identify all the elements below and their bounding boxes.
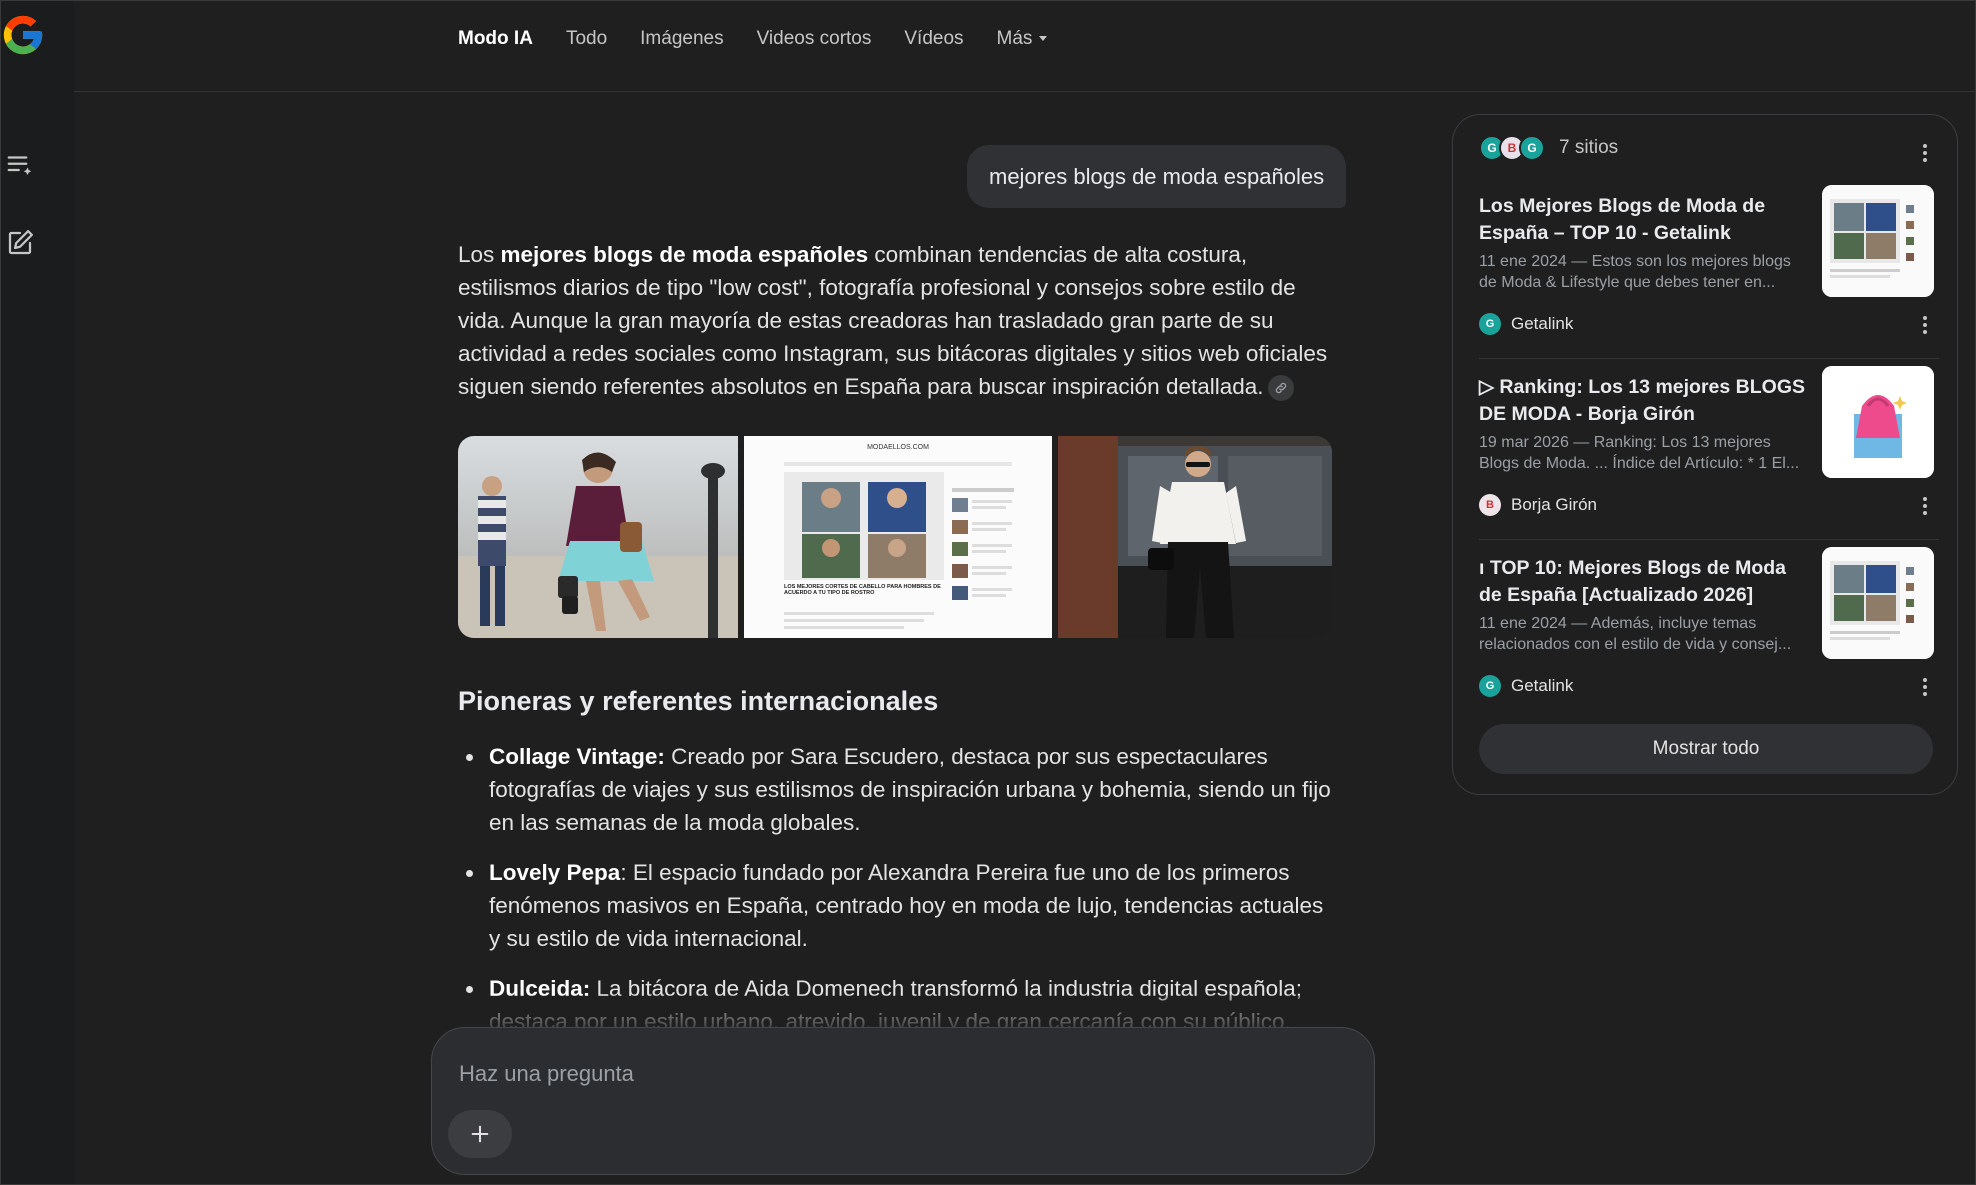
list-item-name: Lovely Pepa: [489, 860, 621, 885]
answer-intro: Los mejores blogs de moda españoles comb…: [458, 238, 1338, 403]
getalink-favicon-icon: G: [1479, 675, 1501, 697]
more-options-icon[interactable]: [1913, 313, 1937, 337]
source-site[interactable]: G Getalink: [1479, 313, 1573, 335]
tab-todo[interactable]: Todo: [566, 28, 607, 50]
new-chat-edit-icon[interactable]: [0, 223, 40, 263]
tab-mas-label: Más: [996, 28, 1033, 49]
source-title[interactable]: ı TOP 10: Mejores Blogs de Moda de Españ…: [1479, 555, 1809, 609]
site-logo-text: MODAELLOS.COM: [867, 444, 929, 451]
source-site-name: Getalink: [1511, 314, 1574, 333]
ask-input-placeholder[interactable]: Haz una pregunta: [459, 1061, 634, 1087]
source-site-name: Borja Girón: [1511, 495, 1597, 514]
source-snippet: 19 mar 2026 — Ranking: Los 13 mejores Bl…: [1479, 434, 1800, 472]
source-site[interactable]: G Getalink: [1479, 675, 1573, 697]
list-item-name: Collage Vintage:: [489, 744, 665, 769]
intro-pre: Los: [458, 242, 501, 267]
more-options-icon[interactable]: [1913, 494, 1937, 518]
intro-bold: mejores blogs de moda españoles: [500, 242, 869, 267]
show-all-button[interactable]: Mostrar todo: [1479, 724, 1933, 774]
tab-modo-ia[interactable]: Modo IA: [458, 28, 533, 50]
source-thumbnail[interactable]: [1822, 547, 1934, 659]
source-thumbnail[interactable]: [1822, 366, 1934, 478]
section-heading: Pioneras y referentes internacionales: [458, 686, 939, 716]
source-title[interactable]: Los Mejores Blogs de Moda de España – TO…: [1479, 193, 1809, 247]
tab-mas[interactable]: Más: [997, 28, 1048, 50]
more-options-icon[interactable]: [1913, 141, 1937, 165]
borja-giron-favicon-icon: B: [1479, 494, 1501, 516]
top-navigation: Modo IA Todo Imágenes Videos cortos Víde…: [74, 0, 1976, 92]
chevron-down-icon: [1039, 36, 1048, 42]
source-title[interactable]: ▷ Ranking: Los 13 mejores BLOGS DE MODA …: [1479, 374, 1809, 428]
list-item: Collage Vintage: Creado por Sara Escuder…: [458, 740, 1338, 839]
sources-panel: G B G 7 sitios Los Mejores Blogs de Moda…: [1452, 114, 1958, 795]
plus-icon: [471, 1125, 489, 1143]
article-heading: LOS MEJORES CORTES DE CABELLO PARA HOMBR…: [784, 584, 941, 596]
user-query-bubble: mejores blogs de moda españoles: [967, 145, 1347, 208]
image-website-screenshot[interactable]: MODAELLOS.COM LOS MEJORES CORTES DE CABE…: [744, 436, 1052, 638]
source-link-icon[interactable]: [1267, 375, 1294, 402]
source-snippet: 11 ene 2024 — Estos son los mejores blog…: [1479, 253, 1791, 291]
add-attachment-button[interactable]: [448, 1110, 512, 1158]
history-menu-icon[interactable]: [0, 145, 40, 185]
getalink-favicon-icon: G: [1479, 313, 1501, 335]
image-street-style-photographer[interactable]: [458, 436, 738, 638]
sources-header[interactable]: G B G 7 sitios: [1479, 135, 1618, 161]
divider: [1479, 358, 1939, 359]
getalink-favicon-icon: G: [1519, 135, 1545, 161]
image-woman-white-shirt[interactable]: [1058, 436, 1332, 638]
left-rail: [0, 0, 74, 1185]
divider: [1479, 539, 1939, 540]
source-thumbnail[interactable]: [1822, 185, 1934, 297]
ask-input-box[interactable]: Haz una pregunta: [431, 1027, 1375, 1175]
more-options-icon[interactable]: [1913, 675, 1937, 699]
google-logo-icon[interactable]: [0, 12, 46, 58]
ai-answer: Los mejores blogs de moda españoles comb…: [458, 238, 1338, 403]
source-snippet: 11 ene 2024 — Además, incluye temas rela…: [1479, 615, 1792, 653]
image-strip: MODAELLOS.COM LOS MEJORES CORTES DE CABE…: [458, 436, 1332, 638]
sources-count: 7 sitios: [1559, 137, 1619, 158]
tab-videos[interactable]: Vídeos: [904, 28, 963, 50]
source-site[interactable]: B Borja Girón: [1479, 494, 1597, 516]
tab-videos-cortos[interactable]: Videos cortos: [757, 28, 872, 50]
tab-imagenes[interactable]: Imágenes: [640, 28, 723, 50]
list-item: Lovely Pepa: El espacio fundado por Alex…: [458, 856, 1338, 955]
source-site-name: Getalink: [1511, 676, 1574, 695]
